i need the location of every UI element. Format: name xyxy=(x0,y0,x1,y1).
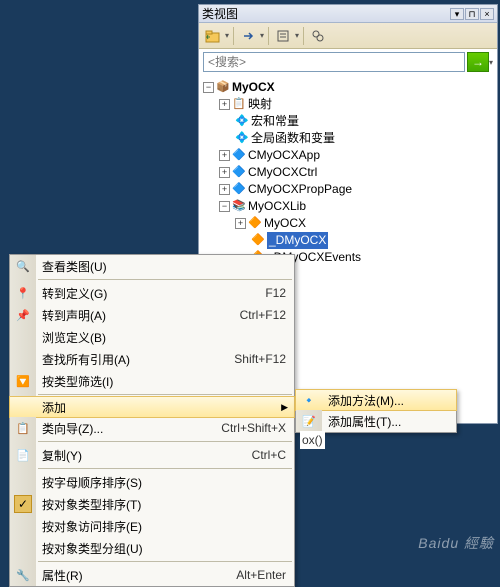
search-go-button[interactable]: → xyxy=(467,52,489,72)
dropdown-arrow-icon[interactable]: ▾ xyxy=(225,31,229,40)
tree-label: 全局函数和变量 xyxy=(251,130,335,147)
menu-sort-alpha[interactable]: 按字母顺序排序(S) xyxy=(10,471,294,493)
tree-item[interactable]: 💠宏和常量 xyxy=(203,113,493,130)
check-icon: ✓ xyxy=(14,495,32,513)
close-button[interactable]: × xyxy=(480,8,494,20)
menu-sort-object-type[interactable]: ✓按对象类型排序(T) xyxy=(10,493,294,515)
lib-icon: 📚 xyxy=(232,200,246,214)
tree-item[interactable]: −📚MyOCXLib xyxy=(203,198,493,215)
diagram-icon: 🔍 xyxy=(16,259,30,273)
copy-icon: 📄 xyxy=(16,448,30,462)
tree-item[interactable]: +📋映射 xyxy=(203,96,493,113)
tree-label: 宏和常量 xyxy=(251,113,299,130)
panel-title-buttons: ▾ ⊓ × xyxy=(450,8,494,20)
menu-view-class-diagram[interactable]: 🔍查看类图(U) xyxy=(10,255,294,277)
tree-root[interactable]: −📦MyOCX xyxy=(203,79,493,96)
tree-item[interactable]: +🔷CMyOCXPropPage xyxy=(203,181,493,198)
interface-icon: 🔶 xyxy=(251,234,265,248)
goto-def-icon: 📍 xyxy=(16,286,30,300)
class-icon: 🔷 xyxy=(232,149,246,163)
tree-label: CMyOCXApp xyxy=(248,147,320,164)
properties-icon: 🔧 xyxy=(16,568,30,582)
project-icon: 📦 xyxy=(216,81,230,95)
menu-filter-by-type[interactable]: 🔽按类型筛选(I) xyxy=(10,370,294,392)
map-icon: 📋 xyxy=(232,98,246,112)
macro-icon: 💠 xyxy=(235,115,249,129)
wizard-icon: 📋 xyxy=(16,421,30,435)
submenu-add-method[interactable]: 🔹添加方法(M)... xyxy=(295,389,457,411)
context-submenu-add: 🔹添加方法(M)... 📝添加属性(T)... xyxy=(295,389,457,433)
goto-decl-icon: 📌 xyxy=(16,308,30,322)
menu-group-object-type[interactable]: 按对象类型分组(U) xyxy=(10,537,294,559)
pin-button[interactable]: ⊓ xyxy=(465,8,479,20)
global-icon: 💠 xyxy=(235,132,249,146)
dropdown-arrow-icon[interactable]: ▾ xyxy=(295,31,299,40)
menu-copy[interactable]: 📄复制(Y)Ctrl+C xyxy=(10,444,294,466)
collapse-icon[interactable]: − xyxy=(203,82,214,93)
menu-browse-definition[interactable]: 浏览定义(B) xyxy=(10,326,294,348)
view-icon[interactable] xyxy=(308,26,328,46)
method-icon: 🔹 xyxy=(302,393,316,407)
folder-back-icon[interactable] xyxy=(203,26,223,46)
submenu-add-property[interactable]: 📝添加属性(T)... xyxy=(296,410,456,432)
tree-label: MyOCXLib xyxy=(248,198,306,215)
expand-icon[interactable]: + xyxy=(219,184,230,195)
toolbar: ▾ ▾ ▾ xyxy=(199,23,497,49)
tree-label: MyOCX xyxy=(232,79,275,96)
bottom-text: ox() xyxy=(300,431,325,449)
expand-icon[interactable]: + xyxy=(219,167,230,178)
interface-icon: 🔶 xyxy=(248,217,262,231)
menu-goto-declaration[interactable]: 📌转到声明(A)Ctrl+F12 xyxy=(10,304,294,326)
expand-icon[interactable]: + xyxy=(219,150,230,161)
tree-label: MyOCX xyxy=(264,215,306,232)
menu-class-wizard[interactable]: 📋类向导(Z)...Ctrl+Shift+X xyxy=(10,417,294,439)
tree-label: _DMyOCX xyxy=(267,232,328,249)
menu-goto-definition[interactable]: 📍转到定义(G)F12 xyxy=(10,282,294,304)
dropdown-arrow-icon[interactable]: ▾ xyxy=(489,58,493,67)
menu-sort-object-access[interactable]: 按对象访问排序(E) xyxy=(10,515,294,537)
tree-label: CMyOCXCtrl xyxy=(248,164,317,181)
tree-item[interactable]: +🔷CMyOCXApp xyxy=(203,147,493,164)
context-menu: 🔍查看类图(U) 📍转到定义(G)F12 📌转到声明(A)Ctrl+F12 浏览… xyxy=(9,254,295,587)
separator xyxy=(233,27,234,45)
tree-label: CMyOCXPropPage xyxy=(248,181,352,198)
panel-titlebar: 类视图 ▾ ⊓ × xyxy=(199,5,497,23)
menu-add[interactable]: 添加▶ xyxy=(9,396,295,418)
property-icon: 📝 xyxy=(302,414,316,428)
settings-icon[interactable] xyxy=(273,26,293,46)
submenu-arrow-icon: ▶ xyxy=(281,402,288,413)
filter-icon: 🔽 xyxy=(16,374,30,388)
dropdown-arrow-icon[interactable]: ▾ xyxy=(260,31,264,40)
menu-properties[interactable]: 🔧属性(R)Alt+Enter xyxy=(10,564,294,586)
tree-item[interactable]: +🔶MyOCX xyxy=(203,215,493,232)
tree-item-selected[interactable]: 🔶_DMyOCX xyxy=(203,232,493,249)
search-input[interactable] xyxy=(203,52,465,72)
panel-title-text: 类视图 xyxy=(202,5,238,22)
class-icon: 🔷 xyxy=(232,183,246,197)
tree-view[interactable]: −📦MyOCX +📋映射 💠宏和常量 💠全局函数和变量 +🔷CMyOCXApp … xyxy=(199,75,497,270)
collapse-icon[interactable]: − xyxy=(219,201,230,212)
tree-item[interactable]: +🔷CMyOCXCtrl xyxy=(203,164,493,181)
tree-label: 映射 xyxy=(248,96,272,113)
dropdown-button[interactable]: ▾ xyxy=(450,8,464,20)
forward-icon[interactable] xyxy=(238,26,258,46)
watermark: Baidu 經驗 xyxy=(418,533,494,553)
separator xyxy=(268,27,269,45)
class-icon: 🔷 xyxy=(232,166,246,180)
tree-item[interactable]: 💠全局函数和变量 xyxy=(203,130,493,147)
expand-icon[interactable]: + xyxy=(235,218,246,229)
search-row: → ▾ xyxy=(199,49,497,75)
separator xyxy=(303,27,304,45)
expand-icon[interactable]: + xyxy=(219,99,230,110)
menu-find-all-references[interactable]: 查找所有引用(A)Shift+F12 xyxy=(10,348,294,370)
